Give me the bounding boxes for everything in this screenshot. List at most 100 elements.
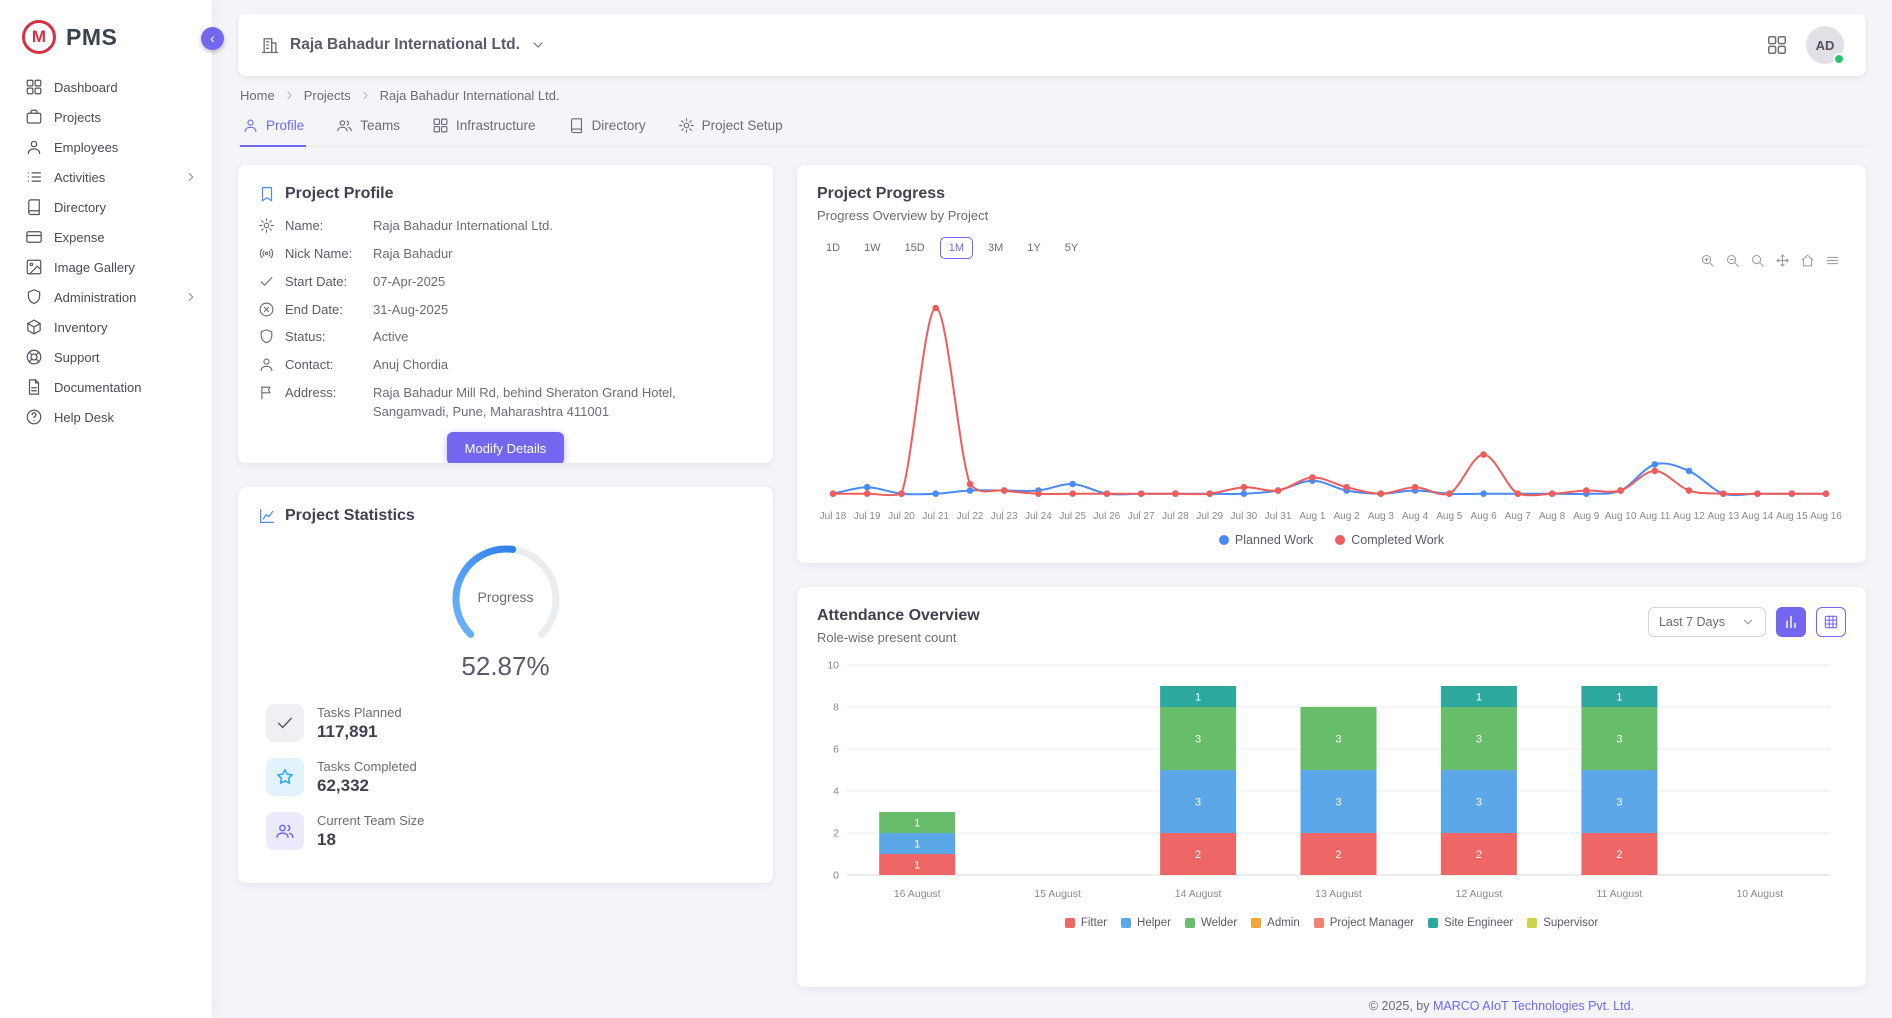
range-3m[interactable]: 3M <box>979 237 1012 259</box>
pan-icon[interactable] <box>1775 253 1790 268</box>
sidebar-item-image-gallery[interactable]: Image Gallery <box>0 252 212 282</box>
svg-text:Jul 26: Jul 26 <box>1094 511 1121 522</box>
range-1d[interactable]: 1D <box>817 237 849 259</box>
stat-rows: Tasks Planned117,891Tasks Completed62,33… <box>258 704 753 850</box>
range-5y[interactable]: 5Y <box>1056 237 1087 259</box>
svg-text:2: 2 <box>1616 849 1622 861</box>
sidebar-item-projects[interactable]: Projects <box>0 102 212 132</box>
sidebar-collapse-button[interactable]: ‹ <box>201 27 224 50</box>
bookmark-icon <box>258 185 276 203</box>
svg-text:13 August: 13 August <box>1315 888 1362 900</box>
list-icon <box>25 168 43 186</box>
legend-fitter[interactable]: Fitter <box>1065 917 1107 929</box>
legend-helper[interactable]: Helper <box>1121 917 1171 929</box>
svg-text:Jul 22: Jul 22 <box>957 511 984 522</box>
legend-marker <box>1121 918 1131 928</box>
legend-project-manager[interactable]: Project Manager <box>1314 917 1414 929</box>
svg-text:14 August: 14 August <box>1175 888 1222 900</box>
shortcuts-grid-icon[interactable] <box>1766 34 1788 56</box>
sidebar-item-administration[interactable]: Administration <box>0 282 212 312</box>
legend-site-engineer[interactable]: Site Engineer <box>1428 917 1513 929</box>
left-column: Project Profile Name:Raja Bahadur Intern… <box>238 165 773 987</box>
sidebar-item-label: Expense <box>54 230 198 245</box>
legend-label: Supervisor <box>1543 917 1598 929</box>
image-icon <box>25 258 43 276</box>
profile-field-status: Status:Active <box>258 328 753 347</box>
sidebar-item-employees[interactable]: Employees <box>0 132 212 162</box>
range-15d[interactable]: 15D <box>896 237 934 259</box>
sidebar-item-activities[interactable]: Activities <box>0 162 212 192</box>
sidebar-item-label: Employees <box>54 140 198 155</box>
sidebar-item-label: Dashboard <box>54 80 198 95</box>
date-range-select[interactable]: Last 7 Days <box>1648 607 1766 637</box>
tab-project-setup[interactable]: Project Setup <box>676 107 785 147</box>
svg-text:8: 8 <box>833 702 839 714</box>
table-view-button[interactable] <box>1816 607 1846 637</box>
shield-icon <box>258 328 275 345</box>
svg-text:3: 3 <box>1616 797 1622 809</box>
legend-planned-work[interactable]: Planned Work <box>1219 533 1313 547</box>
sidebar-item-dashboard[interactable]: Dashboard <box>0 72 212 102</box>
menu-icon[interactable] <box>1825 253 1840 268</box>
stat-value: 117,891 <box>317 722 402 742</box>
sidebar-item-directory[interactable]: Directory <box>0 192 212 222</box>
modify-details-button[interactable]: Modify Details <box>447 432 565 463</box>
sidebar-item-label: Projects <box>54 110 198 125</box>
svg-text:3: 3 <box>1335 734 1341 746</box>
breadcrumb-item[interactable]: Home <box>240 88 275 103</box>
app-logo[interactable]: M PMS <box>0 0 212 72</box>
doc-icon <box>25 378 43 396</box>
sidebar-item-label: Support <box>54 350 198 365</box>
breadcrumb-item[interactable]: Projects <box>304 88 351 103</box>
legend-marker <box>1219 535 1229 545</box>
progress-line-chart: Jul 18Jul 19Jul 20Jul 21Jul 22Jul 23Jul … <box>817 275 1846 531</box>
user-icon <box>258 356 275 373</box>
zoom-box-icon[interactable] <box>1750 253 1765 268</box>
sidebar-item-inventory[interactable]: Inventory <box>0 312 212 342</box>
sidebar-item-expense[interactable]: Expense <box>0 222 212 252</box>
sidebar-item-help-desk[interactable]: Help Desk <box>0 402 212 432</box>
svg-text:6: 6 <box>833 744 839 756</box>
svg-text:12 August: 12 August <box>1456 888 1503 900</box>
range-1y[interactable]: 1Y <box>1018 237 1049 259</box>
bar-view-button[interactable] <box>1776 607 1806 637</box>
tab-teams[interactable]: Teams <box>334 107 402 147</box>
breadcrumb: HomeProjectsRaja Bahadur International L… <box>240 88 1864 103</box>
tab-profile[interactable]: Profile <box>240 107 306 147</box>
footer-company-link[interactable]: MARCO AIoT Technologies Pvt. Ltd. <box>1433 999 1634 1013</box>
svg-text:Aug 12: Aug 12 <box>1673 511 1705 522</box>
profile-fields: Name:Raja Bahadur International Ltd.Nick… <box>258 217 753 422</box>
field-label: Name: <box>285 217 363 234</box>
tab-infrastructure[interactable]: Infrastructure <box>430 107 538 147</box>
project-statistics-card: Project Statistics Progress 52.87% Tasks… <box>238 487 773 883</box>
svg-text:15 August: 15 August <box>1034 888 1081 900</box>
sidebar-item-documentation[interactable]: Documentation <box>0 372 212 402</box>
zoom-in-icon[interactable] <box>1700 253 1715 268</box>
svg-text:Aug 15: Aug 15 <box>1776 511 1808 522</box>
svg-text:Aug 10: Aug 10 <box>1605 511 1637 522</box>
field-value: Raja Bahadur Mill Rd, behind Sheraton Gr… <box>373 384 753 422</box>
sidebar-item-support[interactable]: Support <box>0 342 212 372</box>
sidebar-menu: Dashboard Projects Employees Activities Dire… <box>0 72 212 432</box>
legend-admin[interactable]: Admin <box>1251 917 1300 929</box>
legend-welder[interactable]: Welder <box>1185 917 1237 929</box>
tab-directory[interactable]: Directory <box>566 107 648 147</box>
legend-completed-work[interactable]: Completed Work <box>1335 533 1444 547</box>
svg-text:Jul 30: Jul 30 <box>1231 511 1258 522</box>
user-avatar[interactable]: AD <box>1806 26 1844 64</box>
range-1w[interactable]: 1W <box>855 237 890 259</box>
svg-text:3: 3 <box>1616 734 1622 746</box>
sidebar-item-label: Directory <box>54 200 198 215</box>
svg-text:1: 1 <box>1195 692 1201 704</box>
zoom-out-icon[interactable] <box>1725 253 1740 268</box>
svg-text:Aug 7: Aug 7 <box>1505 511 1532 522</box>
svg-text:1: 1 <box>1476 692 1482 704</box>
home-icon[interactable] <box>1800 253 1815 268</box>
legend-marker <box>1428 918 1438 928</box>
svg-text:1: 1 <box>1616 692 1622 704</box>
legend-marker <box>1065 918 1075 928</box>
legend-supervisor[interactable]: Supervisor <box>1527 917 1598 929</box>
company-selector[interactable]: Raja Bahadur International Ltd. <box>260 35 546 55</box>
legend-marker <box>1314 918 1324 928</box>
range-1m[interactable]: 1M <box>940 237 973 259</box>
